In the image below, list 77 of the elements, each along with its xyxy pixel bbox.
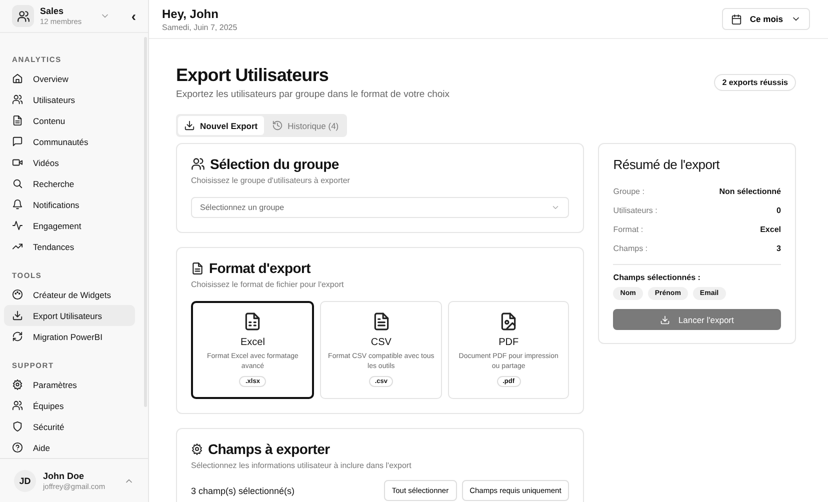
collapse-button[interactable]: ‹ xyxy=(131,8,136,24)
calendar-icon xyxy=(730,14,742,24)
card-subtitle: Choisissez le format de fichier pour l'export xyxy=(191,280,345,289)
user-name: John Doe xyxy=(43,470,86,481)
file-icon xyxy=(191,262,204,274)
nav-item[interactable]: Recherche xyxy=(4,173,135,194)
card-subtitle: Choisissez le groupe d'utilisateurs à exporter xyxy=(191,176,351,185)
summary-label: Groupe : xyxy=(613,187,644,196)
nav-item[interactable]: Tendances xyxy=(4,236,135,258)
help-icon xyxy=(12,442,23,454)
nav-item[interactable]: Sécurité xyxy=(4,416,135,438)
status-badge: 2 exports réussis xyxy=(714,74,796,91)
fields-heading: Champs sélectionnés : xyxy=(613,273,702,282)
summary-label: Utilisateurs : xyxy=(613,206,658,215)
summary-value: Excel xyxy=(760,225,781,234)
video-icon xyxy=(12,157,23,168)
document-icon xyxy=(372,312,391,331)
summary-label: Champs : xyxy=(613,244,648,253)
greeting: Hey, John xyxy=(162,6,220,20)
nav-item[interactable]: Communautés xyxy=(4,131,135,152)
download-icon xyxy=(12,310,23,322)
tab[interactable]: Historique (4) xyxy=(266,116,345,135)
summary-value: 0 xyxy=(776,206,781,215)
nav-item[interactable]: Utilisateurs xyxy=(4,89,135,110)
summary-label: Format : xyxy=(613,225,644,234)
nav-item[interactable]: Overview xyxy=(4,68,135,90)
download-icon xyxy=(660,314,670,324)
summary-title: Résumé de l'export xyxy=(613,157,721,172)
shield-icon xyxy=(12,421,23,432)
user-avatar[interactable]: JD xyxy=(14,470,36,492)
card-title: Champs à exporter xyxy=(208,441,330,457)
page-title: Export Utilisateurs xyxy=(176,65,330,86)
bell-icon xyxy=(12,199,23,210)
image-file-icon xyxy=(499,312,518,331)
chat-icon xyxy=(12,136,23,148)
refresh-icon xyxy=(12,331,23,342)
card-subtitle: Sélectionnez les informations utilisateur à inclure dans l'export xyxy=(191,461,412,470)
users-icon xyxy=(191,157,205,171)
summary-value: 3 xyxy=(776,244,781,253)
history-icon xyxy=(272,120,283,131)
users-icon xyxy=(12,400,23,412)
period-dropdown[interactable]: Ce mois xyxy=(722,8,810,30)
nav-item[interactable]: Notifications xyxy=(4,194,135,216)
format-name: CSV xyxy=(370,337,392,348)
nav-item[interactable]: Engagement xyxy=(4,215,135,236)
workspace-name: Sales xyxy=(40,6,65,16)
summary-value: Non sélectionné xyxy=(719,187,781,196)
palette-icon xyxy=(12,289,23,300)
group-select[interactable]: Sélectionnez un groupe xyxy=(191,197,570,218)
date: Samedi, Juin 7, 2025 xyxy=(162,22,238,32)
gear-icon xyxy=(12,379,23,390)
file-icon xyxy=(12,115,23,126)
card-title: Format d'export xyxy=(209,260,311,276)
download-icon xyxy=(184,120,195,131)
gear-icon xyxy=(191,443,203,455)
selected-count: 3 champ(s) sélectionné(s) xyxy=(191,486,295,496)
users-icon xyxy=(12,94,23,106)
nav-item[interactable]: Export Utilisateurs xyxy=(4,305,135,326)
nav-item[interactable]: Aide xyxy=(4,437,135,458)
tab[interactable]: Nouvel Export xyxy=(178,116,264,135)
format-name: Excel xyxy=(240,337,265,348)
card-title: Sélection du groupe xyxy=(210,156,339,172)
format-name: PDF xyxy=(498,337,519,348)
spreadsheet-icon xyxy=(243,312,262,331)
home-icon xyxy=(12,73,23,84)
pulse-icon xyxy=(12,220,23,232)
nav-item[interactable]: Vidéos xyxy=(4,152,135,174)
users-icon xyxy=(16,10,30,23)
workspace-avatar[interactable] xyxy=(12,5,34,28)
page-subtitle: Exportez les utilisateurs par groupe dans le format de votre choix xyxy=(176,89,450,100)
nav-item[interactable]: Contenu xyxy=(4,110,135,132)
chevron-icon xyxy=(551,203,560,212)
nav-item[interactable]: Migration PowerBI xyxy=(4,326,135,348)
nav-item[interactable]: Créateur de Widgets xyxy=(4,284,135,306)
nav-item[interactable]: Paramètres xyxy=(4,374,135,396)
search-icon xyxy=(12,178,23,190)
nav-item[interactable]: Équipes xyxy=(4,395,135,416)
